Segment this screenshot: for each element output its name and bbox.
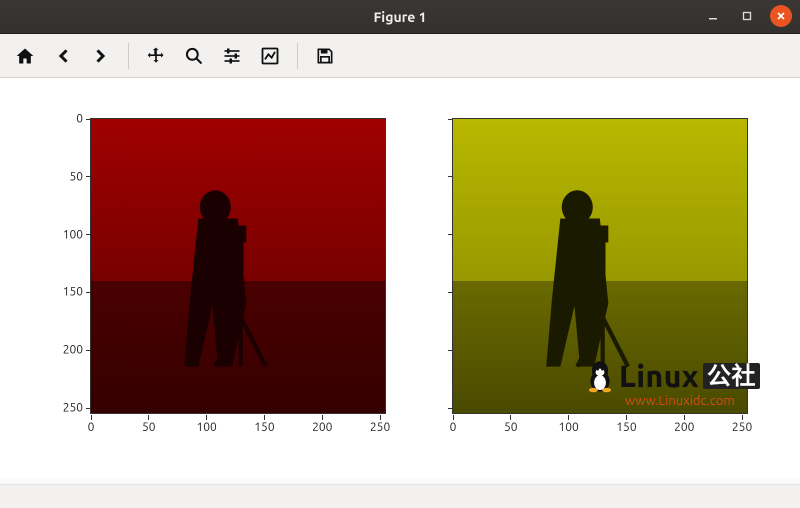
status-bar — [0, 484, 800, 508]
xtick-label: 0 — [438, 421, 468, 434]
xtick-label: 150 — [611, 421, 641, 434]
xtick-label: 250 — [727, 421, 757, 434]
toolbar-separator — [128, 43, 129, 69]
mpl-toolbar — [0, 34, 800, 78]
image-red — [91, 119, 385, 413]
toolbar-separator — [297, 43, 298, 69]
forward-button[interactable] — [84, 39, 118, 73]
home-button[interactable] — [8, 39, 42, 73]
sliders-icon — [222, 46, 242, 66]
xtick-label: 200 — [307, 421, 337, 434]
arrow-right-icon — [91, 46, 111, 66]
ytick-label: 150 — [43, 286, 83, 299]
zoom-button[interactable] — [177, 39, 211, 73]
xtick-label: 200 — [669, 421, 699, 434]
save-button[interactable] — [308, 39, 342, 73]
ytick-label: 50 — [43, 170, 83, 183]
xtick-label: 50 — [134, 421, 164, 434]
minimize-button[interactable] — [702, 5, 724, 27]
xtick-label: 50 — [496, 421, 526, 434]
home-icon — [15, 46, 35, 66]
window-title: Figure 1 — [373, 9, 426, 25]
pan-button[interactable] — [139, 39, 173, 73]
chart-line-icon — [260, 46, 280, 66]
subplot-1: 050100150200250 — [452, 118, 748, 414]
image-yellow — [453, 119, 747, 413]
window-buttons — [702, 5, 792, 27]
ytick-label: 100 — [43, 228, 83, 241]
maximize-button[interactable] — [736, 5, 758, 27]
ytick-label: 250 — [43, 402, 83, 415]
zoom-icon — [184, 46, 204, 66]
figure-canvas[interactable]: 050100150200250050100150200250 — [0, 78, 800, 478]
ytick-label: 0 — [43, 113, 83, 126]
window-titlebar: Figure 1 — [0, 0, 800, 34]
pan-icon — [146, 46, 166, 66]
xtick-label: 250 — [365, 421, 395, 434]
close-button[interactable] — [770, 5, 792, 27]
arrow-left-icon — [53, 46, 73, 66]
subplot-0: 050100150200250050100150200250 — [90, 118, 386, 414]
xtick-label: 100 — [192, 421, 222, 434]
back-button[interactable] — [46, 39, 80, 73]
configure-subplots-button[interactable] — [215, 39, 249, 73]
xtick-label: 150 — [249, 421, 279, 434]
xtick-label: 100 — [554, 421, 584, 434]
save-icon — [315, 46, 335, 66]
xtick-label: 0 — [76, 421, 106, 434]
ytick-label: 200 — [43, 344, 83, 357]
edit-axes-button[interactable] — [253, 39, 287, 73]
